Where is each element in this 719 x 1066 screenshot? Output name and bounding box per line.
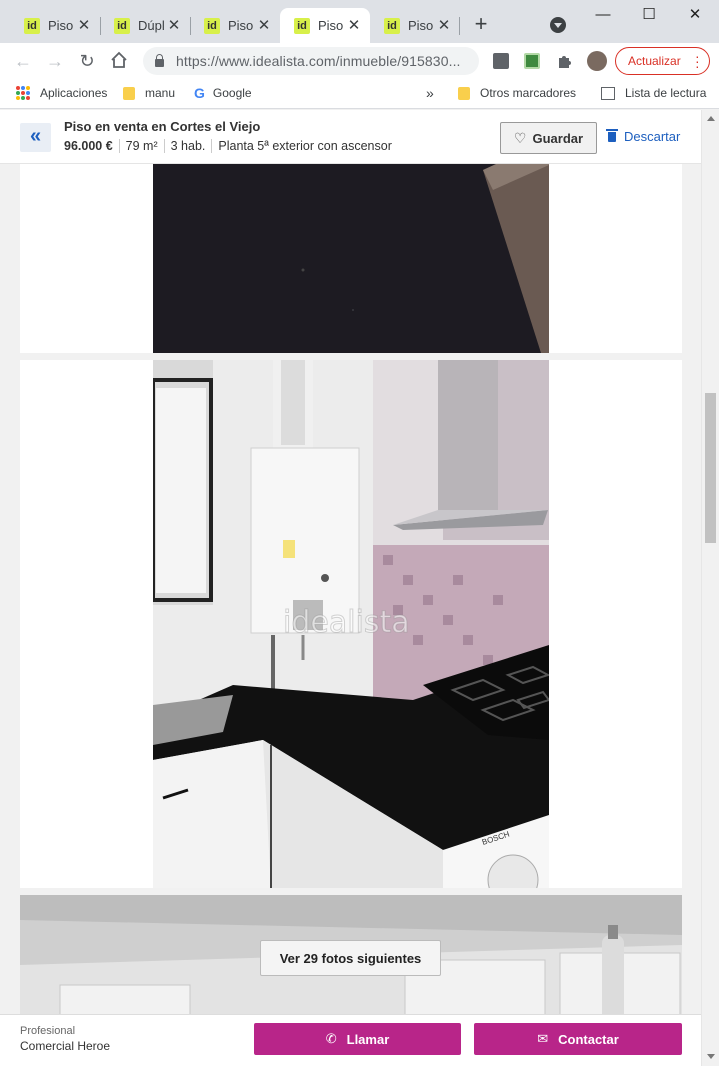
back-arrow-icon[interactable]: ← (13, 51, 33, 71)
address-bar[interactable]: https://www.idealista.com/inmueble/91583… (143, 47, 479, 75)
phone-icon: ✆ (325, 1031, 337, 1046)
tab-title: Piso (228, 18, 254, 33)
contact-button[interactable]: ✉ Contactar (474, 1023, 682, 1055)
bookmark-label: Google (212, 86, 252, 100)
close-icon[interactable]: ✕ (436, 17, 452, 34)
close-icon[interactable]: ✕ (166, 17, 182, 34)
extension-icon[interactable] (524, 53, 540, 69)
listing-price: 96.000 € (64, 139, 113, 153)
professional-label: Profesional (20, 1025, 76, 1037)
close-icon[interactable]: ✕ (256, 17, 272, 34)
listing-area: 79 m² (118, 139, 164, 153)
photo-card: idealista BOSCH (20, 360, 682, 888)
menu-icon[interactable]: · · · (695, 49, 700, 73)
maximize-icon[interactable]: ☐ (640, 6, 658, 24)
chat-icon: ✉ (537, 1031, 549, 1046)
scroll-down-arrow-icon[interactable] (707, 1054, 715, 1059)
minimize-icon[interactable]: — (594, 6, 612, 24)
browser-tab[interactable]: id Piso ✕ (10, 8, 100, 43)
idealista-favicon-icon: id (114, 17, 130, 34)
heart-icon: ♡ (513, 129, 527, 146)
home-glyph (111, 51, 127, 68)
save-button[interactable]: ♡ Guardar (500, 122, 597, 154)
bookmarks-bar: Aplicaciones manu G Google » Otros marca… (0, 79, 719, 109)
forward-arrow-icon[interactable]: → (45, 51, 65, 71)
browser-tab[interactable]: id Piso ✕ (190, 8, 280, 43)
tab-title: Piso (48, 18, 74, 33)
close-icon[interactable]: ✕ (76, 17, 92, 34)
bookmark-other[interactable]: Otros marcadores (458, 85, 576, 101)
home-icon[interactable] (109, 51, 129, 71)
contact-footer: Profesional Comercial Heroe ✆ Llamar ✉ C… (0, 1014, 701, 1066)
kitchen-illustration: idealista BOSCH (153, 360, 549, 888)
browser-tab-active[interactable]: id Piso ✕ (280, 8, 370, 43)
call-label: Llamar (346, 1031, 390, 1047)
trash-icon (606, 128, 618, 142)
reading-list-icon (601, 86, 615, 100)
listing-header: « Piso en venta en Cortes el Viejo 96.00… (0, 110, 701, 164)
bookmark-manu[interactable]: manu (123, 85, 175, 101)
bookmark-google[interactable]: G Google (194, 85, 252, 101)
page-viewport: « Piso en venta en Cortes el Viejo 96.00… (0, 110, 719, 1066)
idealista-favicon-icon: id (204, 17, 220, 34)
agency-name[interactable]: Comercial Heroe (20, 1039, 110, 1053)
bookmark-label: Aplicaciones (40, 86, 108, 100)
listing-floor: Planta 5ª exterior con ascensor (211, 139, 397, 153)
browser-tab[interactable]: id Dúpl ✕ (100, 8, 190, 43)
browser-tab[interactable]: id Piso ✕ (370, 8, 460, 43)
update-button[interactable]: Actualizar · · · (615, 47, 710, 75)
discard-label: Descartar (624, 129, 681, 144)
tab-title: Piso (318, 18, 344, 33)
reload-icon[interactable]: ↻ (77, 51, 97, 71)
back-chevron-icon[interactable]: « (20, 123, 51, 152)
watermark-logo: idealista (283, 605, 410, 640)
page-scrollbar[interactable] (701, 110, 719, 1066)
folder-icon (458, 86, 470, 100)
puzzle-glyph (559, 56, 571, 68)
bookmark-apps[interactable]: Aplicaciones (16, 85, 107, 101)
google-icon: G (194, 85, 205, 101)
tab-title: Piso (408, 18, 434, 33)
close-icon[interactable]: ✕ (346, 17, 362, 34)
scroll-up-arrow-icon[interactable] (707, 116, 715, 121)
call-button[interactable]: ✆ Llamar (254, 1023, 461, 1055)
tab-strip: id Piso ✕ id Dúpl ✕ id Piso ✕ id Piso ✕ … (0, 0, 719, 43)
window-close-icon[interactable]: ✕ (686, 6, 704, 24)
browser-toolbar: ← → ↻ https://www.idealista.com/inmueble… (0, 43, 719, 79)
bookmark-label: manu (145, 86, 176, 100)
avatar[interactable] (587, 51, 607, 71)
puzzle-icon[interactable] (556, 53, 572, 69)
reading-list[interactable]: Lista de lectura (601, 85, 706, 101)
listing-meta: 96.000 € 79 m² 3 hab. Planta 5ª exterior… (64, 139, 398, 153)
lock-icon (155, 54, 164, 67)
listing-photo-kitchen[interactable]: idealista BOSCH (153, 360, 549, 888)
idealista-favicon-icon: id (294, 17, 310, 34)
tab-title: Dúpl (138, 18, 165, 33)
save-label: Guardar (532, 130, 584, 146)
folder-icon (123, 86, 135, 100)
apps-icon (16, 86, 30, 100)
scroll-thumb[interactable] (705, 393, 716, 543)
extension-icon[interactable] (493, 53, 509, 69)
contact-label: Contactar (558, 1031, 619, 1047)
discard-button[interactable]: Descartar (606, 128, 681, 144)
idealista-favicon-icon: id (24, 17, 40, 34)
tab-separator (459, 17, 460, 35)
bookmark-label: Otros marcadores (480, 86, 577, 100)
new-tab-button[interactable]: + (472, 13, 490, 35)
tab-search-icon[interactable] (550, 17, 566, 33)
update-label: Actualizar (628, 54, 681, 68)
listing-title[interactable]: Piso en venta en Cortes el Viejo (64, 119, 260, 134)
listing-rooms: 3 hab. (163, 139, 212, 153)
more-bookmarks-chevron-icon[interactable]: » (426, 85, 434, 101)
more-photos-button[interactable]: Ver 29 fotos siguientes (260, 940, 441, 976)
bookmark-label: Lista de lectura (625, 86, 707, 100)
idealista-favicon-icon: id (384, 17, 400, 34)
url-text: https://www.idealista.com/inmueble/91583… (176, 53, 461, 69)
